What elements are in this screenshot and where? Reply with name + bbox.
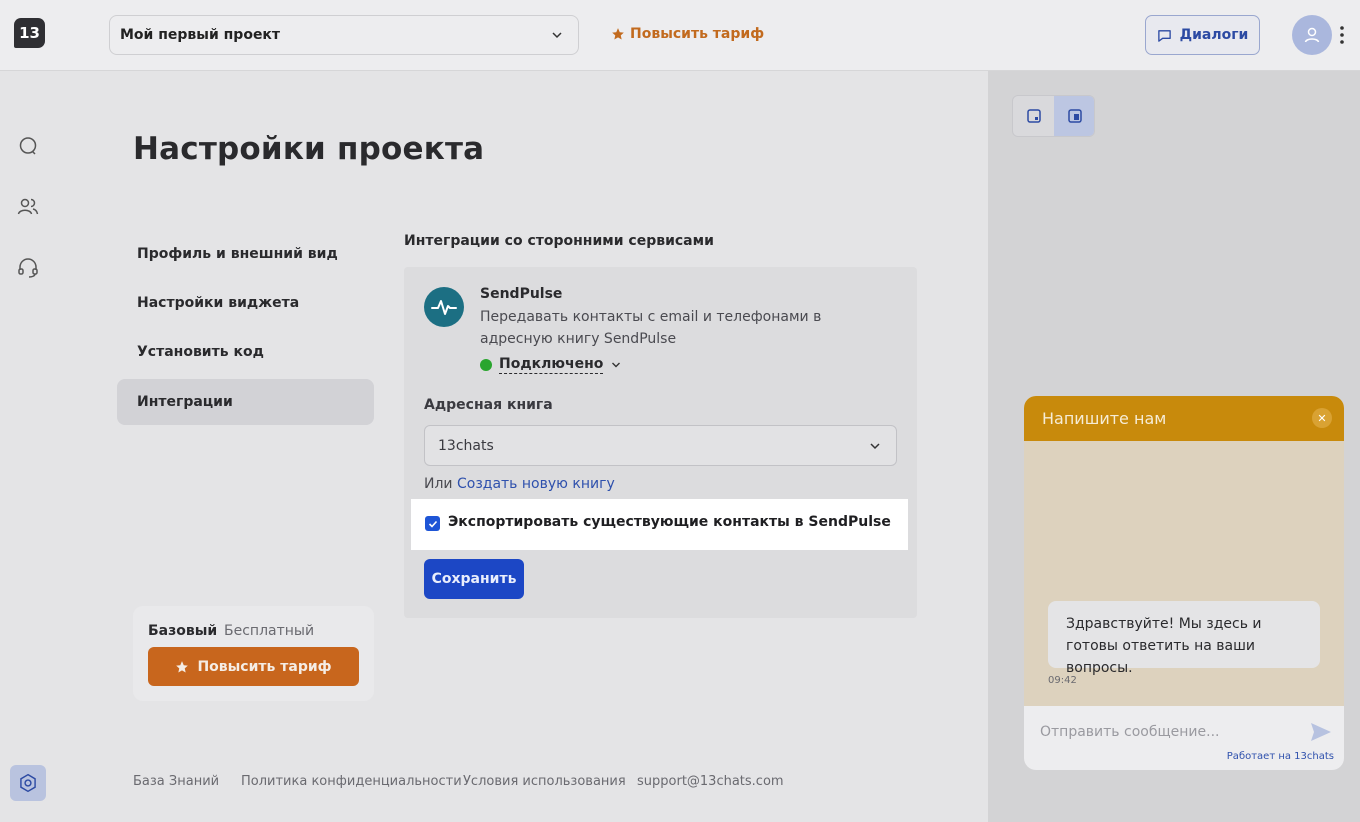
message-input[interactable]: Отправить сообщение... <box>1040 724 1219 740</box>
save-button[interactable]: Сохранить <box>424 559 524 599</box>
widget-header: Напишите нам ✕ <box>1024 396 1344 441</box>
message-time: 09:42 <box>1048 675 1077 686</box>
layout-toggle <box>1012 95 1095 137</box>
chevron-down-icon <box>870 443 880 450</box>
upgrade-plan-label: Повысить тариф <box>630 26 765 42</box>
status-dot <box>480 359 492 371</box>
or-text: Или <box>424 476 453 492</box>
section-title: Интеграции со сторонними сервисами <box>404 233 714 249</box>
contacts-icon[interactable] <box>16 195 40 219</box>
close-icon[interactable]: ✕ <box>1312 408 1332 428</box>
app-logo[interactable]: 13 <box>14 18 45 48</box>
plan-type: Бесплатный <box>224 623 315 639</box>
star-icon <box>612 28 624 40</box>
export-option-row: Экспортировать существующие контакты в S… <box>411 499 908 550</box>
export-checkbox-label[interactable]: Экспортировать существующие контакты в S… <box>448 514 891 530</box>
address-book-select[interactable]: 13chats <box>424 425 897 466</box>
chat-icon[interactable] <box>16 134 40 158</box>
layout-option-compact[interactable] <box>1013 96 1054 136</box>
create-book-link[interactable]: Создать новую книгу <box>457 476 615 492</box>
widget-title: Напишите нам <box>1042 409 1167 428</box>
user-icon <box>1304 27 1320 43</box>
chevron-down-icon <box>552 32 562 39</box>
nav-item-profile[interactable]: Профиль и внешний вид <box>117 231 374 277</box>
layout-compact-icon <box>1026 109 1041 123</box>
widget-body: Здравствуйте! Мы здесь и готовы ответить… <box>1024 441 1344 706</box>
chevron-down-icon <box>612 362 621 368</box>
layout-wide-icon <box>1067 109 1082 123</box>
chat-widget: Напишите нам ✕ Здравствуйте! Мы здесь и … <box>1024 396 1344 770</box>
settings-button[interactable] <box>10 765 46 801</box>
check-icon <box>428 520 437 528</box>
plan-box: Базовый Бесплатный Повысить тариф <box>133 606 374 701</box>
project-select-value: Мой первый проект <box>120 27 281 43</box>
message-icon <box>1157 29 1171 42</box>
plan-name: Базовый <box>148 623 218 639</box>
connection-status-label: Подключено <box>499 356 604 374</box>
create-book-line: Или Создать новую книгу <box>424 476 615 492</box>
left-rail <box>0 71 62 822</box>
support-icon[interactable] <box>16 256 40 280</box>
upgrade-plan-link[interactable]: Повысить тариф <box>611 26 764 42</box>
address-book-label: Адресная книга <box>424 397 553 413</box>
footer-link-support-email[interactable]: support@13chats.com <box>637 774 784 789</box>
plan-upgrade-button[interactable]: Повысить тариф <box>148 647 359 686</box>
connection-status[interactable]: Подключено <box>480 356 622 374</box>
more-menu-icon[interactable] <box>1336 25 1348 45</box>
footer-link-terms[interactable]: Условия использования <box>463 774 626 789</box>
top-bar: 13 Мой первый проект Повысить тариф Диал… <box>0 0 1360 71</box>
welcome-message: Здравствуйте! Мы здесь и готовы ответить… <box>1048 601 1320 676</box>
integration-name: SendPulse <box>480 286 563 302</box>
address-book-value: 13chats <box>438 437 494 454</box>
dialogs-label: Диалоги <box>1179 27 1249 43</box>
star-icon <box>176 660 189 673</box>
send-icon[interactable] <box>1310 722 1332 742</box>
sendpulse-logo <box>424 287 464 327</box>
page-title: Настройки проекта <box>133 131 485 167</box>
export-checkbox[interactable] <box>425 516 440 531</box>
nav-item-install-code[interactable]: Установить код <box>117 329 374 375</box>
nav-item-integrations[interactable]: Интеграции <box>117 379 374 425</box>
user-avatar[interactable] <box>1292 15 1332 55</box>
powered-by-link[interactable]: Работает на 13chats <box>1227 751 1334 762</box>
footer-link-knowledge-base[interactable]: База Знаний <box>133 774 219 789</box>
footer-link-privacy[interactable]: Политика конфиденциальности <box>241 774 462 789</box>
plan-upgrade-label: Повысить тариф <box>197 658 332 675</box>
layout-option-wide[interactable] <box>1054 96 1094 136</box>
pulse-icon <box>431 300 457 315</box>
dialogs-button[interactable]: Диалоги <box>1145 15 1260 55</box>
project-select[interactable]: Мой первый проект <box>109 15 579 55</box>
integration-description: Передавать контакты с email и телефонами… <box>480 309 822 347</box>
settings-icon <box>20 773 36 793</box>
nav-item-widget-settings[interactable]: Настройки виджета <box>117 280 374 326</box>
